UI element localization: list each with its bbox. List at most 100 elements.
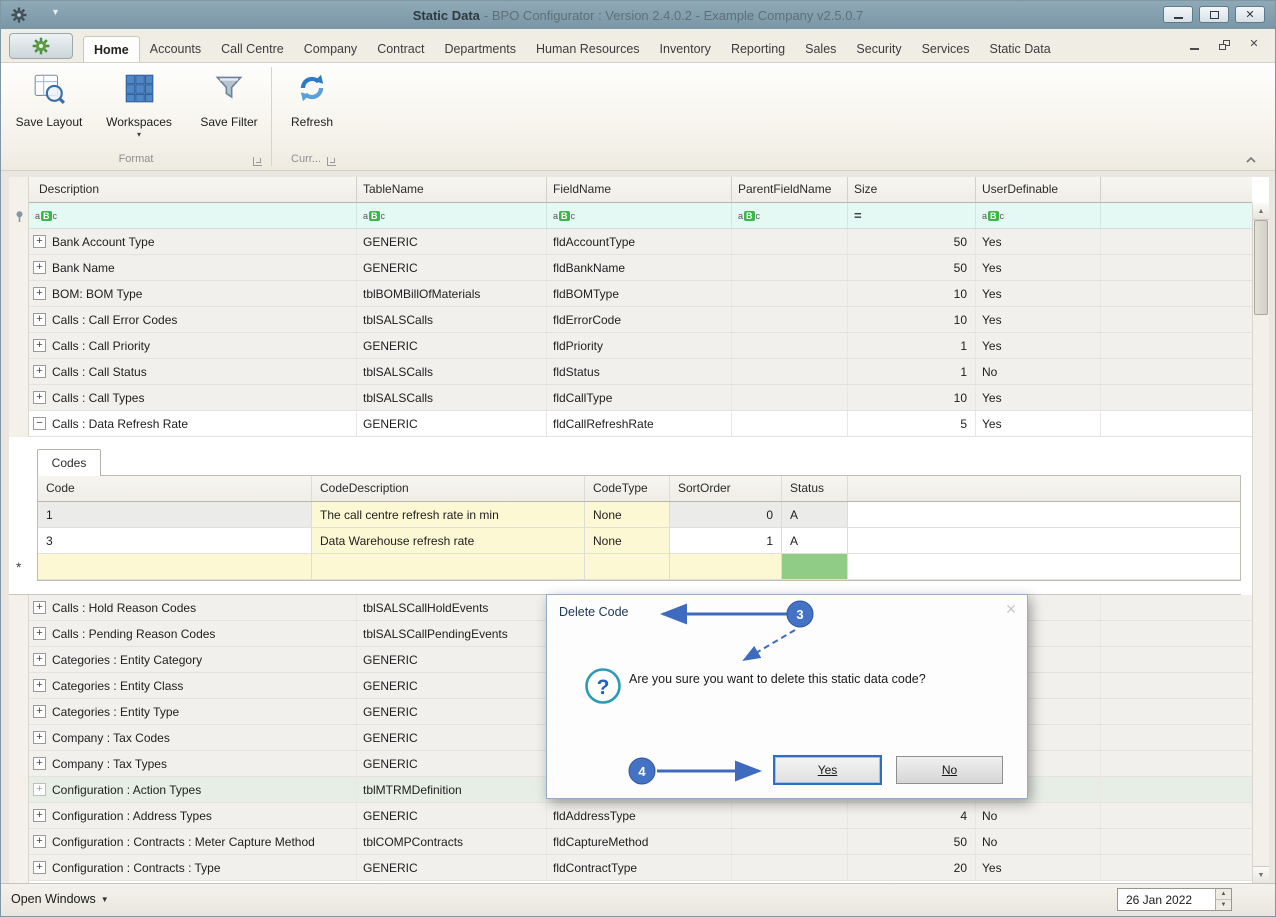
expand-glyph[interactable]: + [33, 861, 46, 874]
no-button[interactable]: No [896, 756, 1003, 784]
grid-row-configuration-contracts-meter-capture-method[interactable]: +Configuration : Contracts : Meter Captu… [29, 829, 1252, 855]
workspaces-button[interactable]: Workspaces ▾ [97, 67, 181, 149]
tab-security[interactable]: Security [846, 36, 911, 62]
filter-cell-parentfieldname[interactable]: aBc [732, 203, 848, 228]
codetype-cell[interactable] [585, 554, 670, 579]
codedescription-cell[interactable] [312, 554, 585, 579]
grid-row-calls-call-error-codes[interactable]: +Calls : Call Error CodestblSALSCallsfld… [29, 307, 1252, 333]
spin-up-icon[interactable]: ▲ [1216, 889, 1231, 900]
filter-cell-description[interactable]: aBc [29, 203, 357, 228]
codes-row-3[interactable]: 3Data Warehouse refresh rateNone1A [38, 528, 1240, 554]
expand-glyph[interactable]: + [33, 731, 46, 744]
tab-human-resources[interactable]: Human Resources [526, 36, 650, 62]
tab-home[interactable]: Home [83, 36, 140, 62]
codes-column-header-codetype[interactable]: CodeType [585, 476, 670, 501]
column-header-description[interactable]: Description [29, 177, 357, 202]
window-minimize-button[interactable] [1163, 6, 1193, 23]
column-header-parentfieldname[interactable]: ParentFieldName [732, 177, 848, 202]
column-header-userdefinable[interactable]: UserDefinable [976, 177, 1101, 202]
grid-row-calls-call-priority[interactable]: +Calls : Call PriorityGENERICfldPriority… [29, 333, 1252, 359]
column-header-fieldname[interactable]: FieldName [547, 177, 732, 202]
scroll-down-button[interactable]: ▼ [1253, 866, 1269, 883]
date-spinner[interactable]: ▲▼ [1215, 889, 1231, 910]
codes-row-1[interactable]: 1The call centre refresh rate in minNone… [38, 502, 1240, 528]
grid-row-bank-account-type[interactable]: +Bank Account TypeGENERICfldAccountType5… [29, 229, 1252, 255]
detail-tab-codes[interactable]: Codes [37, 449, 101, 476]
filter-cell-fieldname[interactable]: aBc [547, 203, 732, 228]
grid-row-configuration-contracts-type[interactable]: +Configuration : Contracts : TypeGENERIC… [29, 855, 1252, 881]
spin-down-icon[interactable]: ▼ [1216, 900, 1231, 910]
window-close-button[interactable]: ✕ [1235, 6, 1265, 23]
codes-column-header-code[interactable]: Code [38, 476, 312, 501]
expand-glyph[interactable]: + [33, 235, 46, 248]
tab-departments[interactable]: Departments [434, 36, 526, 62]
grid-row-bom-bom-type[interactable]: +BOM: BOM TypetblBOMBillOfMaterialsfldBO… [29, 281, 1252, 307]
date-editor[interactable]: 26 Jan 2022 ▲▼ [1117, 888, 1232, 911]
grid-row-calls-data-refresh-rate[interactable]: −Calls : Data Refresh RateGENERICfldCall… [29, 411, 1252, 437]
column-header-tablename[interactable]: TableName [357, 177, 547, 202]
row-description: Calls : Call Error Codes [52, 313, 177, 327]
yes-button[interactable]: Yes [774, 756, 881, 784]
tab-sales[interactable]: Sales [795, 36, 846, 62]
expand-glyph[interactable]: + [33, 757, 46, 770]
mdi-close-button[interactable]: ✕ [1247, 38, 1261, 50]
window-maximize-button[interactable] [1199, 6, 1229, 23]
expand-glyph[interactable]: + [33, 313, 46, 326]
mdi-restore-button[interactable] [1217, 38, 1231, 50]
mdi-minimize-button[interactable] [1187, 38, 1201, 50]
expand-glyph[interactable]: + [33, 705, 46, 718]
codes-column-header-sortorder[interactable]: SortOrder [670, 476, 782, 501]
expand-glyph[interactable]: + [33, 391, 46, 404]
scrollbar-thumb[interactable] [1254, 220, 1268, 315]
tab-contract[interactable]: Contract [367, 36, 434, 62]
refresh-button[interactable]: Refresh [277, 67, 347, 149]
dialog-close-icon[interactable]: ✕ [1005, 601, 1017, 618]
expand-glyph[interactable]: + [33, 287, 46, 300]
filter-cell-tablename[interactable]: aBc [357, 203, 547, 228]
app-gear-icon[interactable] [10, 6, 28, 24]
quick-access-dropdown-icon[interactable]: ▼ [51, 7, 60, 17]
application-button[interactable] [9, 33, 73, 59]
expand-glyph[interactable]: + [33, 653, 46, 666]
expand-glyph[interactable]: + [33, 339, 46, 352]
tab-company[interactable]: Company [294, 36, 368, 62]
open-windows-button[interactable]: Open Windows ▼ [11, 892, 109, 906]
codes-column-header-status[interactable]: Status [782, 476, 848, 501]
codes-column-header-codedescription[interactable]: CodeDescription [312, 476, 585, 501]
expand-glyph[interactable]: + [33, 261, 46, 274]
grid-row-calls-call-status[interactable]: +Calls : Call StatustblSALSCallsfldStatu… [29, 359, 1252, 385]
expand-glyph[interactable]: + [33, 365, 46, 378]
current-group-launcher-icon[interactable] [327, 157, 336, 166]
sortorder-cell[interactable] [670, 554, 782, 579]
tab-call-centre[interactable]: Call Centre [211, 36, 294, 62]
tab-inventory[interactable]: Inventory [650, 36, 721, 62]
codes-new-row[interactable] [38, 554, 1240, 580]
tab-accounts[interactable]: Accounts [140, 36, 211, 62]
save-layout-button[interactable]: Save Layout [7, 67, 91, 149]
tab-services[interactable]: Services [912, 36, 980, 62]
save-filter-button[interactable]: Save Filter [187, 67, 271, 149]
scroll-up-button[interactable]: ▲ [1253, 203, 1269, 220]
grid-row-configuration-address-types[interactable]: +Configuration : Address TypesGENERICfld… [29, 803, 1252, 829]
filter-cell-size[interactable]: = [848, 203, 976, 228]
code-cell[interactable] [38, 554, 312, 579]
ribbon-collapse-button[interactable] [1243, 152, 1259, 167]
parentfieldname-cell [732, 359, 848, 384]
grid-row-bank-name[interactable]: +Bank NameGENERICfldBankName50Yes [29, 255, 1252, 281]
expand-glyph[interactable]: + [33, 679, 46, 692]
filter-cell-userdefinable[interactable]: aBc [976, 203, 1101, 228]
tab-static-data[interactable]: Static Data [980, 36, 1061, 62]
expand-glyph[interactable]: + [33, 835, 46, 848]
expand-glyph[interactable]: − [33, 417, 46, 430]
vertical-scrollbar[interactable]: ▲ ▼ [1252, 203, 1269, 883]
expand-glyph[interactable]: + [33, 783, 46, 796]
expand-glyph[interactable]: + [33, 601, 46, 614]
grid-row-calls-call-types[interactable]: +Calls : Call TypestblSALSCallsfldCallTy… [29, 385, 1252, 411]
status-cell[interactable] [782, 554, 848, 579]
format-group-launcher-icon[interactable] [253, 157, 262, 166]
expand-glyph[interactable]: + [33, 627, 46, 640]
tab-reporting[interactable]: Reporting [721, 36, 795, 62]
ribbon-tab-list: HomeAccountsCall CentreCompanyContractDe… [83, 36, 1061, 62]
column-header-size[interactable]: Size [848, 177, 976, 202]
expand-glyph[interactable]: + [33, 809, 46, 822]
